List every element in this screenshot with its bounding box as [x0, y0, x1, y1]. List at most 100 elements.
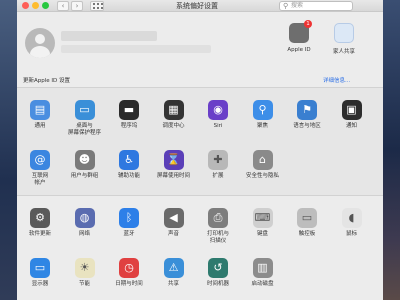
family-sharing-label: 家人共享	[332, 49, 355, 55]
pane-label: 日期与时间	[115, 281, 143, 287]
pane-label: 聚焦	[256, 123, 268, 129]
title-bar: ‹ › 系统偏好设置 ⚲ 搜索	[17, 0, 383, 12]
desktop-right	[383, 0, 400, 300]
pane-time-machine[interactable]: ↺ 时间机器	[196, 258, 240, 288]
sharing-icon: ⚠	[163, 258, 184, 278]
pane-label: 通用	[34, 123, 46, 129]
minimize-button[interactable]	[32, 2, 39, 9]
family-sharing-item[interactable]: 家人共享	[322, 23, 366, 55]
details-link[interactable]: 详细信息...	[323, 76, 350, 84]
pane-notifications[interactable]: ▣ 通知	[330, 100, 374, 130]
pane-label: 鼠标	[345, 231, 357, 237]
desktop-left	[0, 0, 17, 300]
date-time-icon: ◷	[119, 258, 139, 278]
displays-icon: ▭	[30, 258, 50, 278]
pane-label: 用户与群组	[70, 173, 99, 179]
pane-displays[interactable]: ▭ 显示器	[18, 258, 62, 288]
software-update-icon: ⚙	[30, 208, 50, 228]
pane-bluetooth[interactable]: ᛒ 蓝牙	[107, 208, 151, 238]
preferences-section-primary: ▤ 通用 ▭ 桌面与 屏幕保护程序 ▬ 程序坞 ▦ 调度中心 ◉ Siri ⚲ 聚焦 ⚑ 语言与地区 ▣ 通知…	[17, 87, 383, 196]
pane-label: 程序坞	[120, 123, 138, 129]
pane-label: 屏幕使用时间	[156, 173, 190, 179]
search-placeholder: 搜索	[291, 2, 304, 9]
pane-label: 辅助功能	[117, 173, 140, 179]
pane-extensions[interactable]: ✚ 扩展	[196, 150, 240, 180]
pane-siri[interactable]: ◉ Siri	[196, 100, 240, 130]
window-title: 系统偏好设置	[176, 2, 218, 10]
pane-mission-control[interactable]: ▦ 调度中心	[152, 100, 196, 130]
spotlight-icon: ⚲	[252, 100, 273, 120]
pane-label: 扩展	[212, 173, 224, 179]
pane-date-time[interactable]: ◷ 日期与时间	[107, 258, 151, 288]
search-icon: ⚲	[283, 2, 289, 10]
bluetooth-icon: ᛒ	[119, 208, 139, 228]
pane-energy-saver[interactable]: ☀ 节能	[63, 258, 107, 288]
network-icon: ◍	[74, 208, 95, 228]
pane-label: 网络	[78, 231, 90, 237]
pane-dock[interactable]: ▬ 程序坞	[107, 100, 151, 130]
pane-sound[interactable]: ◀ 声音	[152, 208, 196, 238]
pane-label: 互联网 帐户	[31, 173, 49, 186]
pane-trackpad[interactable]: ▭ 触控板	[285, 208, 329, 238]
pane-general[interactable]: ▤ 通用	[18, 100, 62, 130]
time-machine-icon: ↺	[208, 258, 228, 278]
accessibility-icon: ♿	[119, 150, 139, 170]
pane-keyboard[interactable]: ⌨ 键盘	[241, 208, 285, 238]
keyboard-icon: ⌨	[252, 208, 273, 228]
printers-scanners-icon: ⎙	[208, 208, 228, 228]
avatar[interactable]	[25, 28, 55, 58]
language-region-icon: ⚑	[297, 100, 317, 120]
pane-network[interactable]: ◍ 网络	[63, 208, 107, 238]
pane-label: 语言与地区	[293, 123, 321, 129]
pane-users-groups[interactable]: ☻ 用户与群组	[63, 150, 107, 180]
trackpad-icon: ▭	[297, 208, 317, 228]
notifications-icon: ▣	[341, 100, 362, 120]
users-groups-icon: ☻	[74, 150, 95, 170]
pane-label: Siri	[213, 123, 223, 129]
pane-mouse[interactable]: ◖ 鼠标	[330, 208, 374, 238]
startup-disk-icon: ▥	[252, 258, 273, 278]
forward-button[interactable]: ›	[71, 1, 83, 11]
pane-label: 键盘	[256, 231, 268, 237]
mouse-icon: ◖	[341, 208, 362, 228]
pane-label: 安全性与隐私	[245, 173, 279, 179]
account-detail-redacted	[61, 45, 211, 53]
pane-sharing[interactable]: ⚠ 共享	[152, 258, 196, 288]
show-all-button[interactable]	[90, 1, 104, 11]
dock-icon: ▬	[119, 100, 139, 120]
pane-desktop-screensaver[interactable]: ▭ 桌面与 屏幕保护程序	[63, 100, 107, 137]
sound-icon: ◀	[163, 208, 184, 228]
close-button[interactable]	[22, 2, 29, 9]
search-field[interactable]: ⚲ 搜索	[279, 1, 353, 11]
update-notice: 更新Apple ID 设置 详细信息...	[17, 73, 383, 87]
siri-icon: ◉	[208, 100, 228, 120]
pane-label: 触控板	[298, 231, 316, 237]
pane-label: 桌面与 屏幕保护程序	[67, 123, 101, 136]
preferences-section-hardware: ⚙ 软件更新 ◍ 网络 ᛒ 蓝牙 ◀ 声音 ⎙ 打印机与 扫描仪 ⌨ 键盘 ▭ 触控板 ◖ 鼠标 ▭ 显示器 ☀ 节…	[17, 196, 383, 300]
pane-printers-scanners[interactable]: ⎙ 打印机与 扫描仪	[196, 208, 240, 245]
screen-time-icon: ⌛	[163, 150, 184, 170]
apple-id-item[interactable]: 1 Apple ID	[277, 20, 321, 53]
account-name-redacted	[61, 31, 157, 41]
pane-label: 共享	[167, 281, 179, 287]
pane-spotlight[interactable]: ⚲ 聚焦	[241, 100, 285, 130]
apple-id-icon: 1	[289, 20, 312, 43]
zoom-button[interactable]	[42, 2, 49, 9]
general-icon: ▤	[30, 100, 50, 120]
mission-control-icon: ▦	[163, 100, 184, 120]
pane-security-privacy[interactable]: ⌂ 安全性与隐私	[241, 150, 285, 180]
pane-startup-disk[interactable]: ▥ 启动磁盘	[241, 258, 285, 288]
back-button[interactable]: ‹	[57, 1, 69, 11]
pane-screen-time[interactable]: ⌛ 屏幕使用时间	[152, 150, 196, 180]
internet-accounts-icon: @	[30, 150, 50, 170]
pane-label: 启动磁盘	[251, 281, 274, 287]
pane-label: 节能	[78, 281, 90, 287]
pane-accessibility[interactable]: ♿ 辅助功能	[107, 150, 151, 180]
pane-label: 声音	[167, 231, 179, 237]
pane-language-region[interactable]: ⚑ 语言与地区	[285, 100, 329, 130]
pane-software-update[interactable]: ⚙ 软件更新	[18, 208, 62, 238]
pane-label: 调度中心	[162, 123, 185, 129]
pane-internet-accounts[interactable]: @ 互联网 帐户	[18, 150, 62, 187]
update-notice-text: 更新Apple ID 设置	[23, 78, 71, 84]
energy-saver-icon: ☀	[74, 258, 95, 278]
